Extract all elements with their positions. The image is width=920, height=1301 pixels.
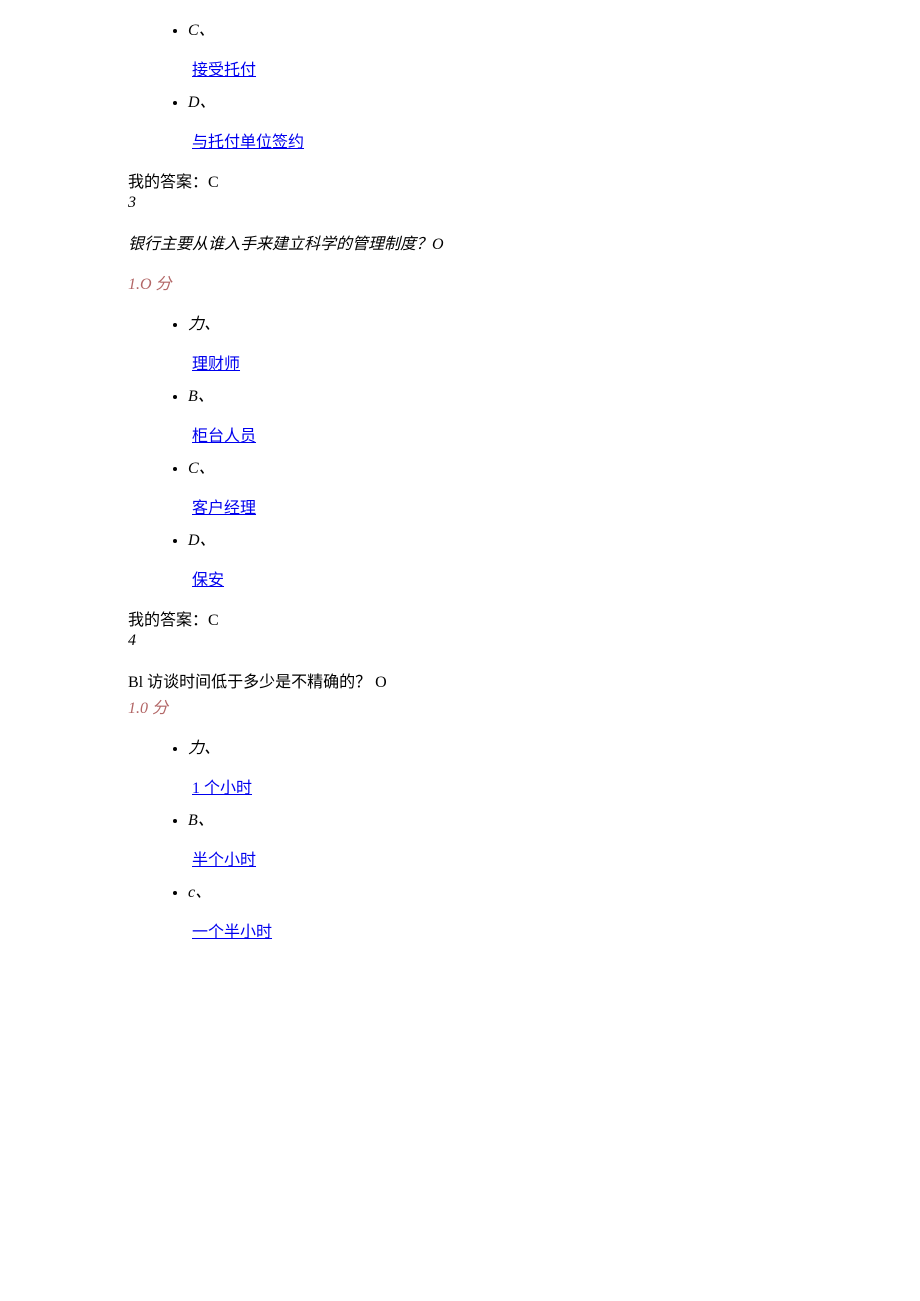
list-item: 力、 理财师 [188,310,860,374]
list-item: D、 保安 [188,526,860,590]
option-link-manager[interactable]: 客户经理 [192,500,256,517]
answer-line-3: 我的答案：C [128,606,860,630]
list-item: C、 接受托付 [188,16,860,80]
option-marker-d: D、 [188,526,860,550]
list-item: c、 一个半小时 [188,878,860,942]
list-item: C、 客户经理 [188,454,860,518]
option-link-1-5hour[interactable]: 一个半小时 [192,924,272,941]
question-number-3: 3 [128,194,860,212]
option-link-1hour[interactable]: 1 个小时 [192,780,252,797]
answer-line: 我的答案：C [128,168,860,192]
option-marker-d: D、 [188,88,860,112]
option-link-halfhour[interactable]: 半个小时 [192,852,256,869]
option-marker-b: B、 [188,382,860,406]
option-link-counter[interactable]: 柜台人员 [192,428,256,445]
score-4: 1.0 分 [128,694,860,718]
option-marker-a: 力、 [188,734,860,758]
option-marker-b: B、 [188,806,860,830]
question-text-3: 银行主要从谁入手来建立科学的管理制度？O [128,230,860,254]
option-marker-c: C、 [188,16,860,40]
option-marker-c: C、 [188,454,860,478]
option-link-security[interactable]: 保安 [192,572,224,589]
option-link-sign[interactable]: 与托付单位签约 [192,134,304,151]
question-number-4: 4 [128,632,860,650]
option-marker-c: c、 [188,878,860,902]
option-marker-a: 力、 [188,310,860,334]
score-3: 1.O 分 [128,270,860,294]
option-link-accept[interactable]: 接受托付 [192,62,256,79]
list-item: B、 半个小时 [188,806,860,870]
list-item: D、 与托付单位签约 [188,88,860,152]
question-text-4: Bl 访谈时间低于多少是不精确的？ O [128,668,860,692]
list-item: 力、 1 个小时 [188,734,860,798]
list-item: B、 柜台人员 [188,382,860,446]
option-link-financial[interactable]: 理财师 [192,356,240,373]
